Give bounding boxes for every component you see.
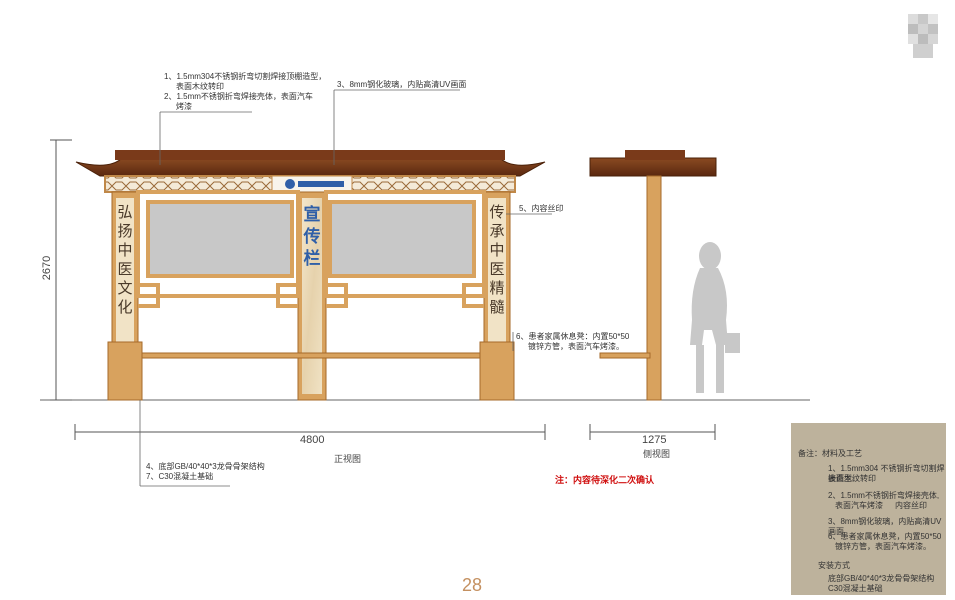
note-2: 2、1.5mm不锈钢折弯焊接壳体，表面汽车 烤漆 <box>164 92 313 112</box>
materials-legend: 备注：材料及工艺 1、1.5mm304 不锈钢折弯切割焊接造型, 表面木纹转印 … <box>791 423 946 595</box>
legend-item: 镀锌方管，表面汽车烤漆。 <box>835 542 931 551</box>
note-4: 4、底部GB/40*40*3龙骨骨架结构 <box>146 462 265 471</box>
right-column-text: 传 承 中 医 精 髓 <box>488 203 506 317</box>
note-1-line1: 1、1.5mm304不锈钢折弯切割焊接顶棚造型， <box>164 72 327 81</box>
legend-title: 备注：材料及工艺 <box>798 449 862 458</box>
center-title: 宣 传 栏 <box>301 204 323 270</box>
legend-item: 表面木纹转印 <box>828 474 876 483</box>
note-6: 6、患者家属休息凳：内置50*50 镀锌方管，表面汽车烤漆。 <box>516 332 629 352</box>
front-width-dimension: 4800 <box>300 434 325 446</box>
human-silhouette <box>690 242 740 393</box>
right-char: 传 <box>489 203 505 221</box>
bench <box>137 352 485 359</box>
note-5: 5、内容丝印 <box>519 204 564 213</box>
pending-confirmation-note: 注：内容待深化二次确认 <box>555 476 655 486</box>
install-item: 底部GB/40*40*3龙骨骨架结构 <box>828 574 935 583</box>
install-title: 安装方式 <box>818 561 850 570</box>
left-column-text: 弘 扬 中 医 文 化 <box>116 203 134 317</box>
front-view-caption: 正视图 <box>334 454 362 464</box>
left-char: 扬 <box>117 222 133 240</box>
install-item: C30混凝土基础 <box>828 584 883 593</box>
right-char: 承 <box>489 222 505 240</box>
side-roof <box>589 157 717 177</box>
right-char: 精 <box>489 279 505 297</box>
note-2-line2: 烤漆 <box>176 102 192 111</box>
note-2-line1: 2、1.5mm不锈钢折弯焊接壳体，表面汽车 <box>164 92 313 101</box>
note-6-line1: 6、患者家属休息凳：内置50*50 <box>516 332 630 341</box>
note-1: 1、1.5mm304不锈钢折弯切割焊接顶棚造型， 表面木纹转印 <box>164 72 326 92</box>
right-char: 中 <box>489 241 505 259</box>
side-width-dimension: 1275 <box>642 434 667 446</box>
right-char: 髓 <box>489 298 505 316</box>
legend-item: 6、患者家属休息凳，内置50*50 <box>828 532 942 541</box>
mosaic-logo <box>908 14 938 58</box>
height-dimension: 2670 <box>41 255 53 281</box>
legend-item: 2、1.5mm不锈钢折弯焊接壳体, <box>828 491 940 500</box>
center-char: 传 <box>303 227 321 247</box>
left-char: 中 <box>117 241 133 259</box>
left-char: 文 <box>117 279 133 297</box>
left-char: 弘 <box>117 203 133 221</box>
right-char: 医 <box>489 260 505 278</box>
center-char: 栏 <box>303 249 321 269</box>
note-6-line2: 镀锌方管，表面汽车烤漆。 <box>528 342 624 351</box>
side-bench <box>599 352 651 359</box>
note-3: 3、8mm钢化玻璃，内贴高清UV画面 <box>337 80 467 89</box>
display-panel-right <box>328 200 476 278</box>
display-panel-left <box>146 200 294 278</box>
side-view-caption: 侧视图 <box>643 449 671 459</box>
legend-item: 表面汽车烤漆 <box>835 501 883 510</box>
page-number: 28 <box>462 575 483 595</box>
left-char: 医 <box>117 260 133 278</box>
legend-item: 内容丝印 <box>895 501 927 510</box>
note-7: 7、C30混凝土基础 <box>146 472 214 481</box>
side-post <box>646 175 662 401</box>
left-char: 化 <box>117 298 133 316</box>
note-1-line2: 表面木纹转印 <box>176 82 224 91</box>
roof <box>75 157 546 177</box>
center-char: 宣 <box>303 205 321 225</box>
